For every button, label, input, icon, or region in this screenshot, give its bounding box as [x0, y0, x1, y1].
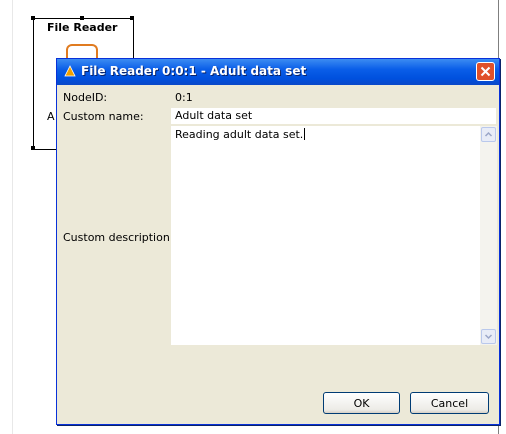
- dialog-title-bar[interactable]: File Reader 0:0:1 - Adult data set: [57, 59, 499, 85]
- custom-description-text: Reading adult data set.: [175, 128, 304, 141]
- selection-handle[interactable]: [80, 16, 84, 20]
- node-name-dialog: File Reader 0:0:1 - Adult data set NodeI…: [56, 58, 500, 425]
- text-caret: [304, 128, 306, 140]
- canvas-left-border: [12, 0, 13, 434]
- custom-name-label: Custom name:: [63, 110, 144, 123]
- node-id-value: 0:1: [175, 91, 193, 104]
- selection-handle[interactable]: [130, 16, 134, 20]
- scroll-down-button[interactable]: [481, 329, 496, 344]
- dialog-title: File Reader 0:0:1 - Adult data set: [81, 64, 307, 78]
- warning-triangle-icon: [64, 65, 76, 77]
- close-button[interactable]: [476, 62, 495, 81]
- custom-description-label: Custom description:: [63, 231, 174, 244]
- vertical-scrollbar[interactable]: [480, 126, 497, 345]
- node-label: A: [47, 110, 55, 123]
- node-id-label: NodeID:: [63, 91, 108, 104]
- scroll-up-button[interactable]: [481, 127, 496, 142]
- close-icon: [480, 66, 491, 77]
- cancel-button[interactable]: Cancel: [410, 392, 489, 414]
- scroll-down-arrow-icon: [484, 334, 493, 340]
- node-title: File Reader: [47, 21, 118, 34]
- selection-handle[interactable]: [31, 146, 35, 150]
- scroll-up-arrow-icon: [484, 131, 493, 137]
- ok-button[interactable]: OK: [323, 392, 400, 414]
- custom-description-textarea[interactable]: Reading adult data set.: [171, 126, 497, 345]
- selection-handle[interactable]: [31, 16, 35, 20]
- custom-name-input[interactable]: [171, 108, 496, 124]
